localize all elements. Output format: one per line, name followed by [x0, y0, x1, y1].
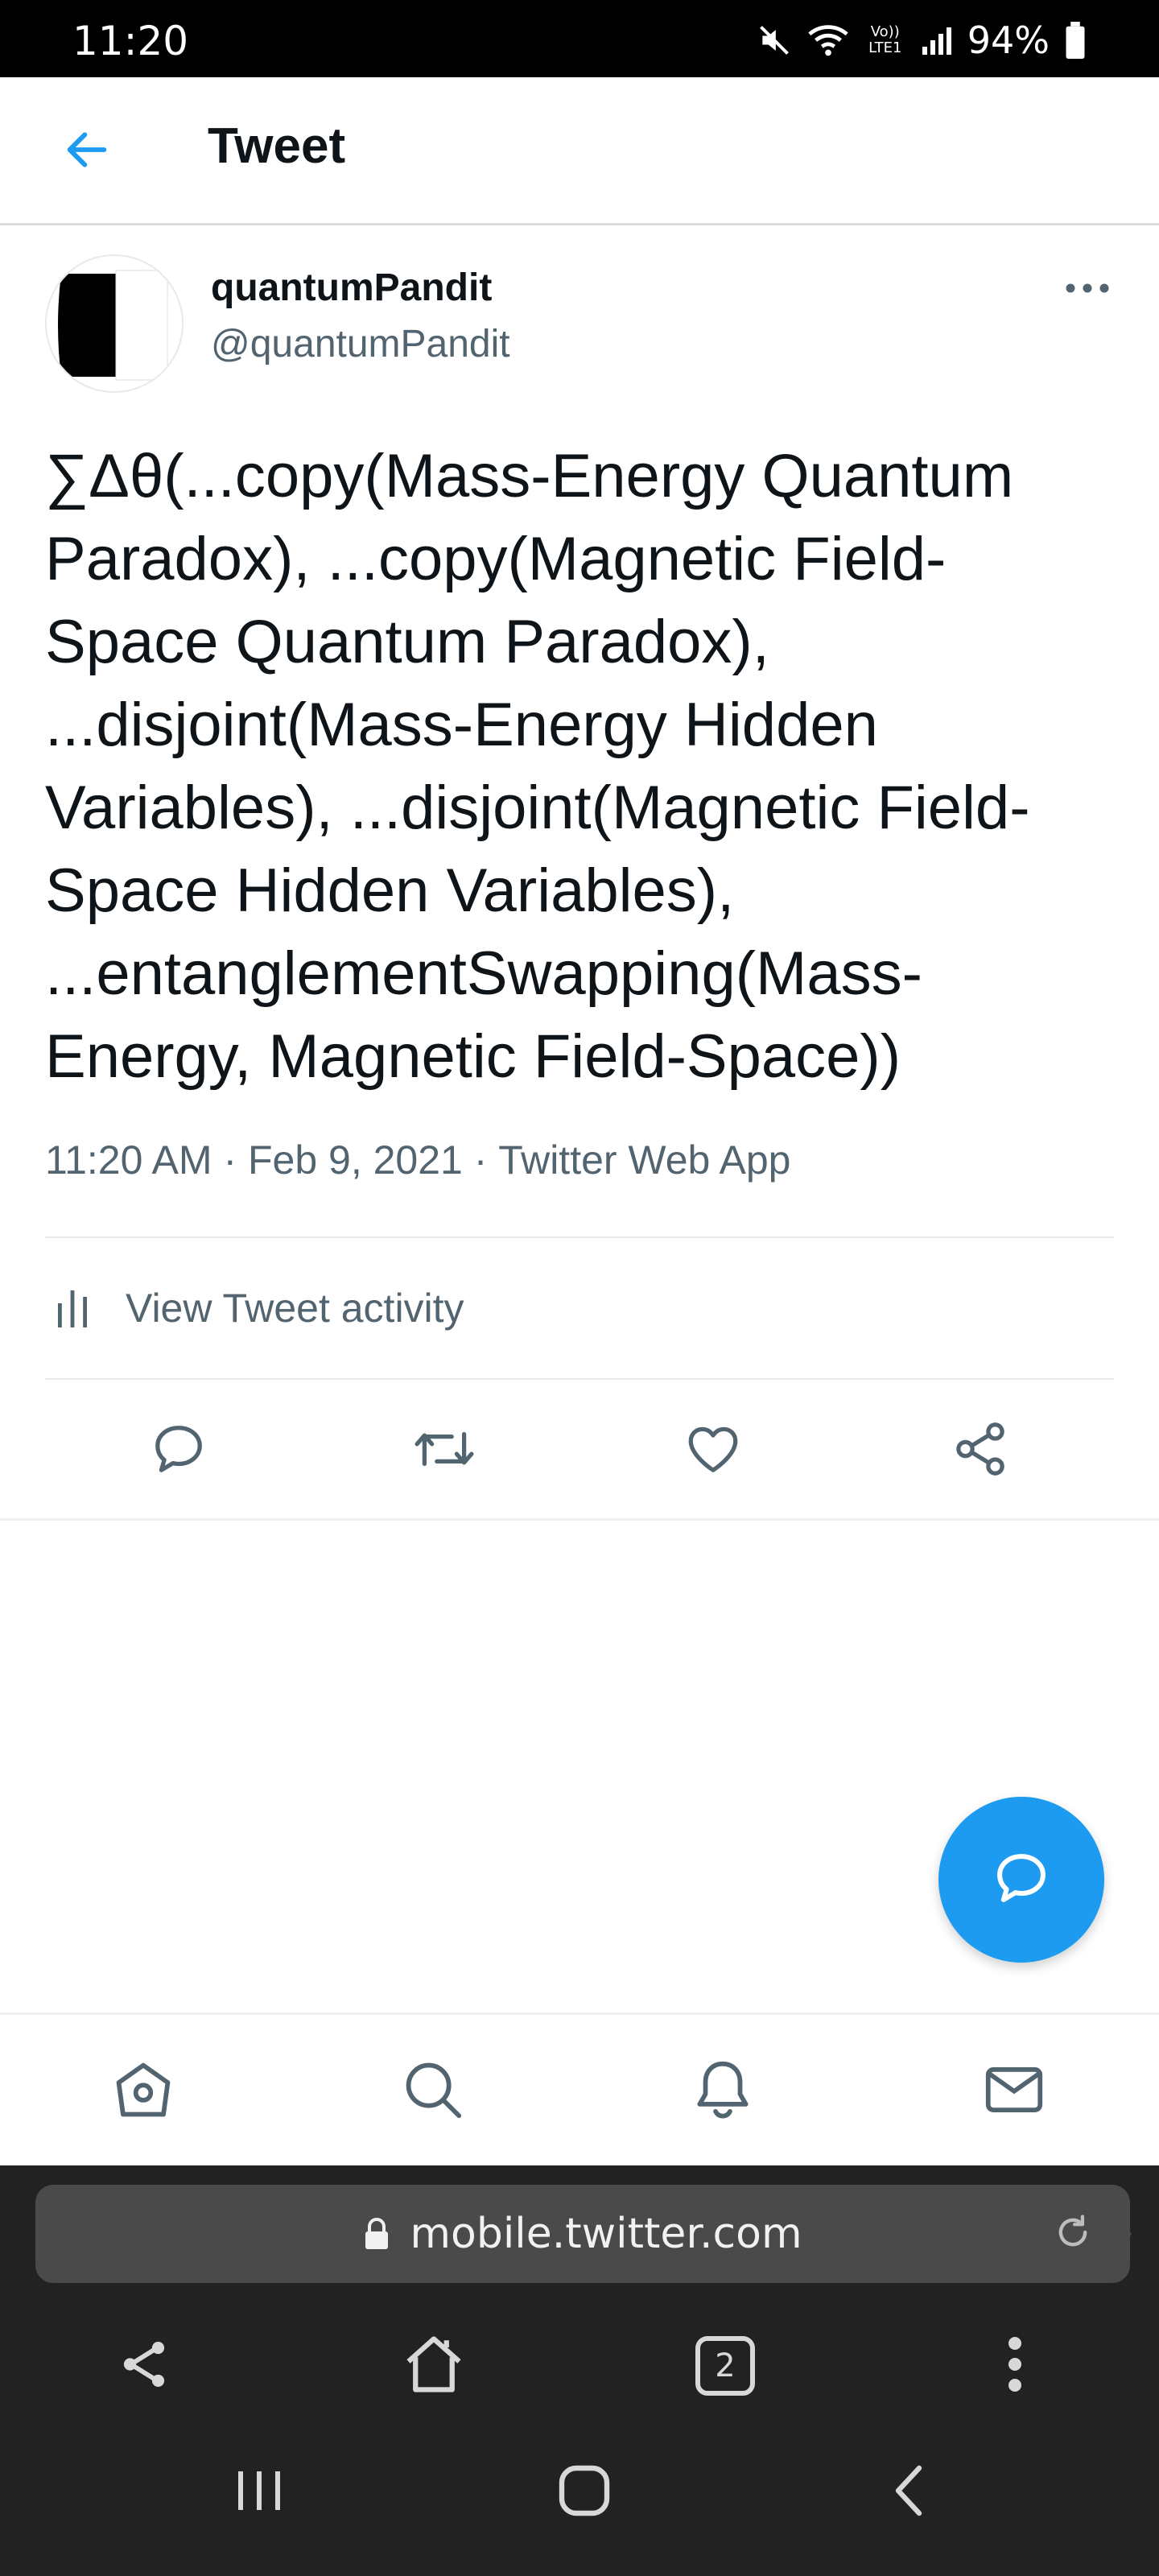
address-bar-content: mobile.twitter.com — [35, 2185, 1130, 2283]
browser-menu-button[interactable] — [971, 2322, 1059, 2410]
nav-messages[interactable] — [974, 2051, 1054, 2132]
battery-icon — [1064, 22, 1087, 59]
retweet-icon — [412, 1419, 476, 1483]
nav-notifications[interactable] — [683, 2051, 763, 2132]
user-handle[interactable]: @quantumPandit — [211, 322, 510, 366]
reply-button[interactable] — [138, 1410, 219, 1491]
arrow-left-icon — [61, 124, 113, 180]
nav-search[interactable] — [393, 2051, 473, 2132]
more-options-button[interactable] — [1061, 275, 1114, 304]
mute-icon — [757, 23, 792, 58]
app-header: Tweet — [0, 77, 1159, 225]
share-icon — [951, 1419, 1010, 1483]
system-home-button[interactable] — [544, 2452, 625, 2533]
tab-count: 2 — [715, 2347, 736, 2384]
meta-separator: · — [212, 1137, 248, 1183]
wifi-icon — [806, 23, 850, 58]
messages-icon — [980, 2055, 1049, 2128]
view-tweet-activity-button[interactable]: View Tweet activity — [45, 1238, 1114, 1378]
avatar[interactable] — [45, 254, 184, 393]
status-bar: 11:20 Vo)) LTE1 94% — [0, 0, 1159, 77]
share-button[interactable] — [940, 1410, 1021, 1491]
retweet-button[interactable] — [404, 1410, 485, 1491]
search-icon — [398, 2055, 468, 2128]
status-icons: Vo)) LTE1 94% — [757, 18, 1087, 63]
recent-apps-button[interactable] — [219, 2452, 299, 2533]
browser-share-button[interactable] — [100, 2322, 188, 2410]
recent-apps-icon — [233, 2467, 285, 2519]
back-button[interactable] — [56, 121, 118, 182]
meta-separator: · — [462, 1137, 499, 1183]
tweet-text: ∑Δθ(...copy(Mass-Energy Quantum Paradox)… — [45, 442, 1030, 1091]
home-icon — [400, 2330, 468, 2402]
browser-tabs-button[interactable]: 2 — [681, 2322, 769, 2410]
chevron-left-icon — [889, 2462, 927, 2524]
signal-icon — [921, 24, 953, 56]
nav-home[interactable] — [103, 2051, 184, 2132]
reply-icon — [149, 1419, 208, 1483]
bottom-navigation — [0, 2013, 1159, 2165]
address-bar-arrow — [1095, 2185, 1132, 2283]
page-title: Tweet — [208, 118, 346, 174]
tweet-date: Feb 9, 2021 — [247, 1137, 463, 1183]
reply-bubble-icon — [991, 1847, 1052, 1913]
system-back-button[interactable] — [868, 2452, 948, 2533]
home-square-icon — [555, 2462, 613, 2524]
status-time: 11:20 — [72, 18, 189, 64]
address-bar[interactable]: mobile.twitter.com — [35, 2185, 1130, 2283]
home-icon — [109, 2055, 178, 2128]
battery-percent: 94% — [967, 19, 1050, 62]
system-navigation-bar — [0, 2407, 1159, 2576]
display-name[interactable]: quantumPandit — [211, 266, 492, 310]
share-icon — [116, 2336, 172, 2396]
more-vertical-icon — [1007, 2335, 1023, 2397]
tweet-actions — [0, 1380, 1159, 1518]
browser-home-button[interactable] — [390, 2322, 478, 2410]
tweet-time: 11:20 AM — [45, 1137, 212, 1183]
url-text: mobile.twitter.com — [410, 2210, 802, 2258]
more-icon — [1065, 283, 1110, 298]
analytics-icon — [56, 1282, 109, 1335]
view-tweet-activity-label: View Tweet activity — [126, 1286, 464, 1331]
compose-reply-button[interactable] — [938, 1797, 1104, 1963]
like-button[interactable] — [673, 1410, 753, 1491]
reload-button[interactable] — [1048, 2209, 1098, 2259]
lock-icon — [363, 2216, 392, 2252]
divider — [0, 1518, 1159, 1521]
tweet-source[interactable]: Twitter Web App — [498, 1137, 790, 1183]
reload-icon — [1052, 2211, 1094, 2257]
network-type-label: Vo)) LTE1 — [868, 23, 902, 56]
tweet-metadata: 11:20 AM · Feb 9, 2021 · Twitter Web App — [45, 1137, 790, 1183]
notifications-icon — [688, 2055, 757, 2128]
like-icon — [683, 1419, 743, 1483]
